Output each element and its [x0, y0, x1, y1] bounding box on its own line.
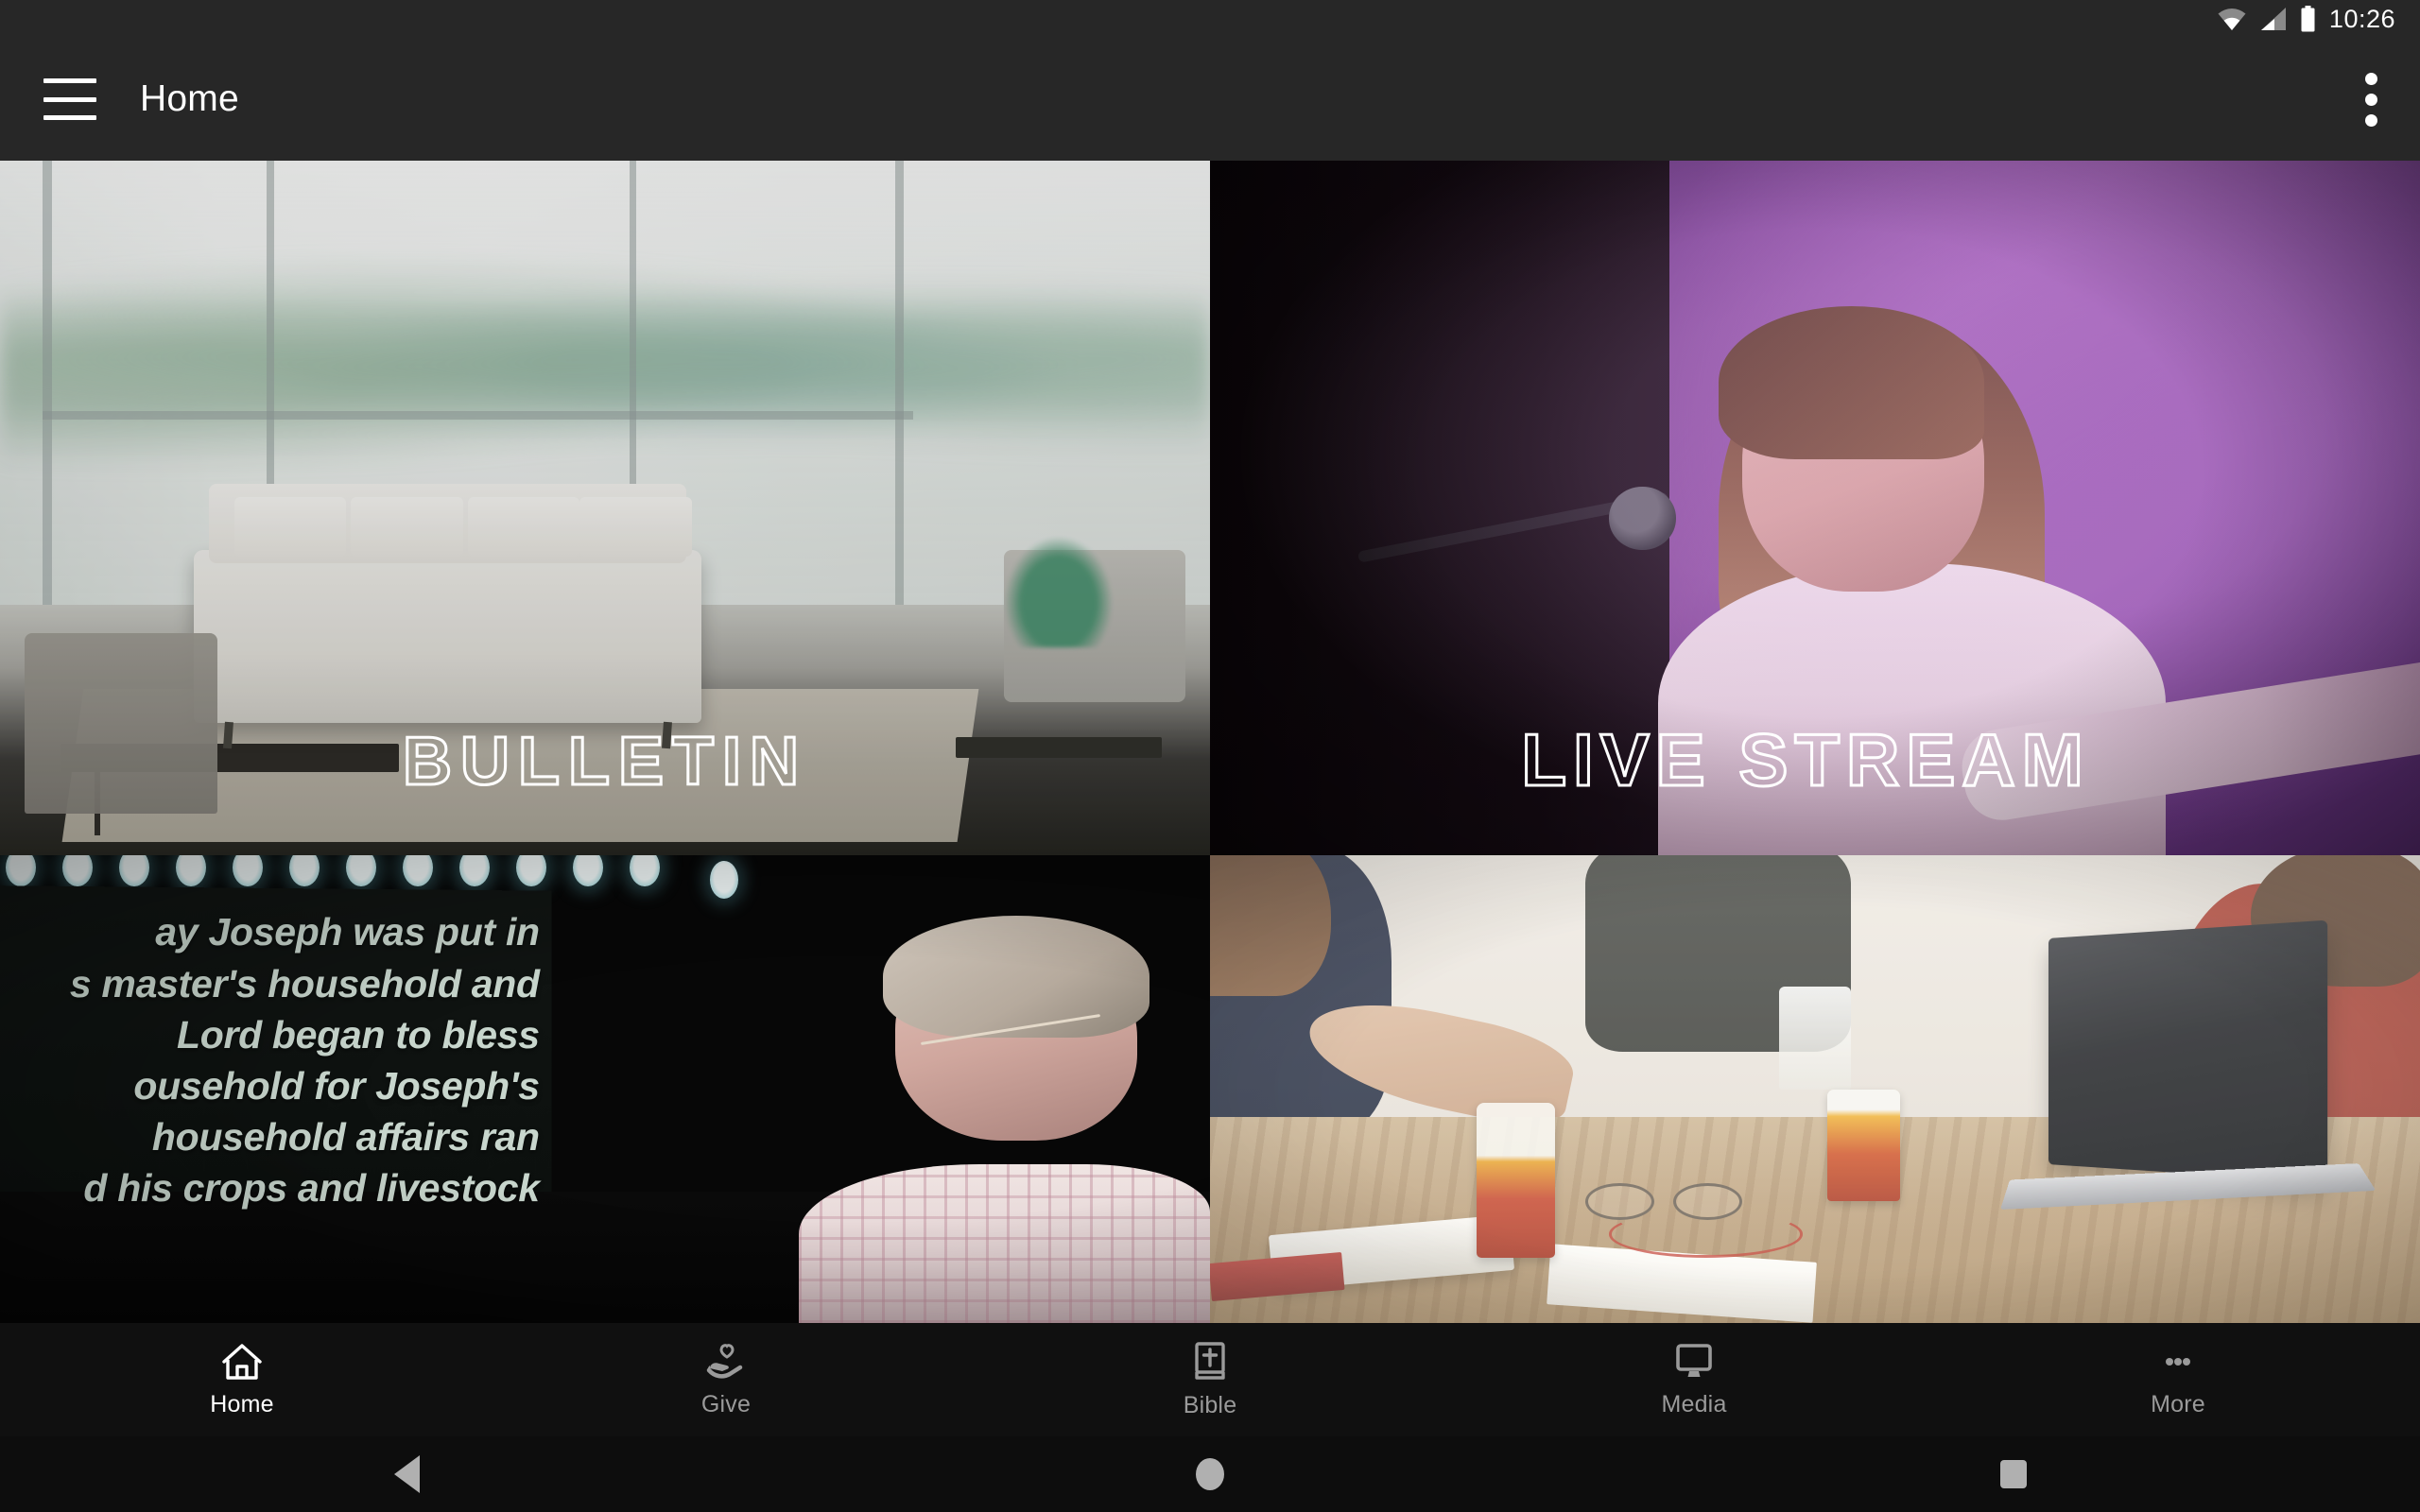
status-clock: 10:26 — [2328, 4, 2395, 33]
tile-bulletin[interactable]: BULLETIN — [0, 161, 1210, 855]
wifi-icon — [2218, 9, 2246, 30]
tab-give[interactable]: Give — [484, 1323, 968, 1436]
system-back-button[interactable] — [251, 1455, 562, 1493]
system-recents-button[interactable] — [1858, 1460, 2169, 1488]
tab-give-label: Give — [700, 1390, 752, 1418]
hamburger-menu-icon[interactable] — [43, 78, 96, 120]
recents-square-icon — [2000, 1460, 2027, 1488]
tile-groups-image — [1210, 855, 2420, 1323]
tab-more[interactable]: More — [1936, 1323, 2420, 1436]
book-cross-icon — [1195, 1341, 1225, 1380]
status-icon-group — [2217, 6, 2316, 32]
app-screen: 10:26 Home BULLETIN LIVE STREAM Home Giv… — [0, 0, 2420, 1512]
tab-media-label: Media — [1661, 1390, 1727, 1418]
tab-bible-label: Bible — [1183, 1391, 1237, 1418]
tile-sermon-image: ay Joseph was put in s master's househol… — [0, 855, 1210, 1323]
back-triangle-icon — [393, 1455, 420, 1493]
hand-heart-icon — [706, 1343, 743, 1379]
system-navigation-bar — [0, 1436, 2420, 1512]
battery-icon — [2301, 6, 2315, 32]
tab-more-label: More — [2151, 1390, 2205, 1418]
tile-live-stream-label: LIVE STREAM — [1520, 717, 2090, 803]
home-tile-grid: BULLETIN LIVE STREAM — [0, 161, 2420, 1323]
tile-bulletin-label: BULLETIN — [402, 723, 807, 801]
ellipsis-icon — [2166, 1357, 2190, 1366]
tab-bible[interactable]: Bible — [968, 1323, 1452, 1436]
app-bar: Home — [0, 38, 2420, 161]
page-title: Home — [140, 78, 239, 119]
home-circle-icon — [1196, 1458, 1224, 1490]
tile-sermon[interactable]: ay Joseph was put in s master's househol… — [0, 855, 1210, 1323]
tile-live-stream[interactable]: LIVE STREAM — [1210, 161, 2420, 855]
tab-home-label: Home — [210, 1390, 274, 1418]
cellular-signal-icon — [2260, 8, 2286, 30]
tab-home[interactable]: Home — [0, 1323, 484, 1436]
tab-media[interactable]: Media — [1452, 1323, 1936, 1436]
bottom-tab-bar: Home Give Bible Media More — [0, 1323, 2420, 1436]
tile-groups[interactable] — [1210, 855, 2420, 1323]
monitor-icon — [1676, 1343, 1712, 1377]
status-bar: 10:26 — [0, 0, 2420, 38]
overflow-menu-icon[interactable] — [2365, 72, 2378, 127]
system-home-button[interactable] — [1054, 1458, 1366, 1490]
house-icon — [222, 1343, 262, 1380]
